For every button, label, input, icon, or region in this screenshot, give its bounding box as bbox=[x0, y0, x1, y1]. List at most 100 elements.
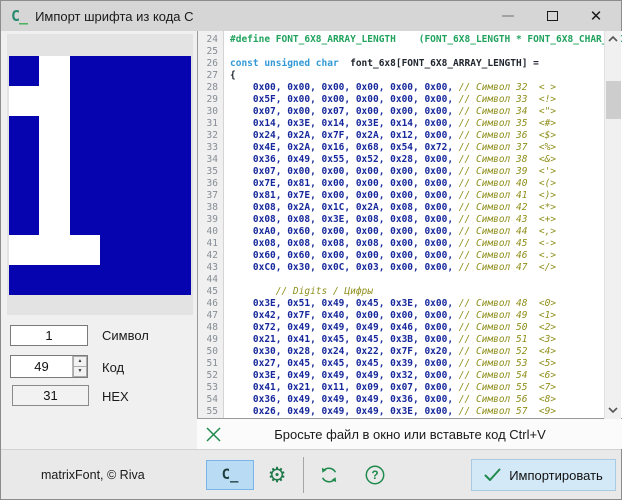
glyph-grid bbox=[9, 56, 191, 295]
scrollbar-thumb[interactable] bbox=[606, 81, 621, 119]
scroll-down-button[interactable] bbox=[605, 402, 621, 418]
glyph-pixel bbox=[39, 115, 70, 146]
line-number: 54 bbox=[206, 394, 218, 405]
code-line: 0x07, 0x00, 0x07, 0x00, 0x00, 0x00, // С… bbox=[230, 106, 557, 117]
code-line: const unsigned char font_6x8[FONT_6X8_AR… bbox=[230, 58, 539, 69]
code-line: 0x41, 0x21, 0x11, 0x09, 0x07, 0x00, // С… bbox=[230, 382, 557, 393]
code-line: 0x00, 0x00, 0x00, 0x00, 0x00, 0x00, // С… bbox=[230, 82, 557, 93]
footer-bar: matrixFont, © Riva C_ ⚙ ? Импортировать bbox=[1, 449, 621, 499]
toolbar-divider bbox=[303, 457, 304, 493]
glyph-pixel bbox=[39, 265, 70, 295]
code-line: { bbox=[230, 70, 236, 81]
code-line: 0x60, 0x60, 0x00, 0x00, 0x00, 0x00, // С… bbox=[230, 250, 557, 261]
glyph-pixel bbox=[130, 265, 161, 295]
glyph-pixel bbox=[69, 85, 100, 116]
app-icon: C_ bbox=[11, 7, 28, 25]
help-button[interactable]: ? bbox=[359, 460, 391, 490]
glyph-pixel bbox=[160, 56, 191, 86]
glyph-pixel bbox=[39, 205, 70, 236]
code-spin-up-button[interactable]: ▲ bbox=[73, 356, 87, 366]
vertical-scrollbar[interactable] bbox=[604, 31, 621, 419]
glyph-pixel bbox=[69, 205, 100, 236]
glyph-pixel bbox=[100, 265, 131, 295]
code-field[interactable] bbox=[11, 356, 72, 377]
glyph-pixel bbox=[69, 145, 100, 176]
refresh-button[interactable] bbox=[313, 460, 345, 490]
line-number: 26 bbox=[206, 58, 218, 69]
chevron-down-icon bbox=[608, 407, 618, 413]
glyph-pixel bbox=[9, 205, 40, 236]
line-number: 47 bbox=[206, 310, 218, 321]
line-number: 36 bbox=[206, 178, 218, 189]
code-spin-down-button[interactable]: ▼ bbox=[73, 366, 87, 377]
minimize-button[interactable] bbox=[489, 2, 527, 30]
window-title: Импорт шрифта из кода C bbox=[35, 8, 194, 24]
c-code-mode-button[interactable]: C_ bbox=[206, 460, 254, 490]
code-line: 0x5F, 0x00, 0x00, 0x00, 0x00, 0x00, // С… bbox=[230, 94, 557, 105]
code-line: #define FONT_6X8_ARRAY_LENGTH (FONT_6X8_… bbox=[230, 34, 622, 45]
code-line: 0x36, 0x49, 0x49, 0x49, 0x36, 0x00, // С… bbox=[230, 394, 557, 405]
glyph-pixel bbox=[9, 175, 40, 206]
code-line: 0x42, 0x7F, 0x40, 0x00, 0x00, 0x00, // С… bbox=[230, 310, 557, 321]
down-arrow-icon: ▼ bbox=[77, 368, 83, 374]
glyph-pixel bbox=[130, 205, 161, 236]
glyph-pixel bbox=[100, 175, 131, 206]
code-line: 0xA0, 0x60, 0x00, 0x00, 0x00, 0x00, // С… bbox=[230, 226, 557, 237]
code-line: 0x4E, 0x2A, 0x16, 0x68, 0x54, 0x72, // С… bbox=[230, 142, 557, 153]
glyph-pixel bbox=[9, 235, 40, 266]
glyph-pixel bbox=[39, 56, 70, 86]
help-icon: ? bbox=[365, 465, 385, 485]
line-number: 53 bbox=[206, 382, 218, 393]
refresh-icon bbox=[321, 467, 337, 483]
glyph-pixel bbox=[160, 265, 191, 295]
symbol-field[interactable] bbox=[10, 325, 88, 346]
glyph-pixel bbox=[100, 56, 131, 86]
line-number: 44 bbox=[206, 274, 218, 285]
glyph-pixel bbox=[9, 115, 40, 146]
line-number: 45 bbox=[206, 286, 218, 297]
code-line: 0x07, 0x00, 0x00, 0x00, 0x00, 0x00, // С… bbox=[230, 166, 557, 177]
code-line: 0x7E, 0x81, 0x00, 0x00, 0x00, 0x00, // С… bbox=[230, 178, 557, 189]
glyph-pixel bbox=[9, 85, 40, 116]
code-line: 0x08, 0x2A, 0x1C, 0x2A, 0x08, 0x00, // С… bbox=[230, 202, 557, 213]
code-lines: #define FONT_6X8_ARRAY_LENGTH (FONT_6X8_… bbox=[224, 31, 622, 418]
glyph-pixel bbox=[69, 56, 100, 86]
code-line: 0x26, 0x49, 0x49, 0x49, 0x3E, 0x00, // С… bbox=[230, 406, 557, 417]
code-line: // Digits / Цифры bbox=[230, 286, 373, 297]
code-line: 0x36, 0x49, 0x55, 0x52, 0x28, 0x00, // С… bbox=[230, 154, 557, 165]
maximize-icon bbox=[546, 11, 558, 21]
glyph-pixel bbox=[69, 115, 100, 146]
gear-icon: ⚙ bbox=[267, 463, 287, 487]
hex-field: 31 bbox=[12, 385, 89, 406]
code-editor[interactable]: 24 25 26 27 28 29 30 31 32 33 34 35 36 37 38 39 40 41 42 43… bbox=[197, 31, 622, 419]
settings-button[interactable]: ⚙ bbox=[261, 460, 293, 490]
maximize-button[interactable] bbox=[533, 2, 571, 30]
glyph-pixel bbox=[69, 175, 100, 206]
minimize-icon bbox=[502, 15, 514, 17]
import-button[interactable]: Импортировать bbox=[471, 459, 616, 491]
line-number: 55 bbox=[206, 406, 218, 417]
scroll-up-button[interactable] bbox=[605, 31, 621, 47]
import-font-dialog: C_ Импорт шрифта из кода C ✕ Символ ▲ ▼ … bbox=[0, 0, 622, 500]
import-button-label: Импортировать bbox=[509, 467, 603, 483]
line-number: 39 bbox=[206, 214, 218, 225]
glyph-pixel bbox=[130, 115, 161, 146]
code-line: 0x3E, 0x49, 0x49, 0x49, 0x32, 0x00, // С… bbox=[230, 370, 557, 381]
line-number: 29 bbox=[206, 94, 218, 105]
line-number: 34 bbox=[206, 154, 218, 165]
check-icon bbox=[484, 468, 501, 481]
line-number: 30 bbox=[206, 106, 218, 117]
line-number: 43 bbox=[206, 262, 218, 273]
chevron-up-icon bbox=[608, 36, 618, 42]
glyph-pixel bbox=[130, 85, 161, 116]
glyph-pixel bbox=[100, 85, 131, 116]
glyph-pixel bbox=[100, 145, 131, 176]
line-number: 50 bbox=[206, 346, 218, 357]
drop-zone[interactable]: Бросьте файл в окно или вставьте код Ctr… bbox=[197, 419, 622, 449]
up-arrow-icon: ▲ bbox=[77, 358, 83, 364]
glyph-pixel bbox=[130, 175, 161, 206]
close-button[interactable]: ✕ bbox=[577, 2, 615, 30]
code-line: 0x14, 0x3E, 0x14, 0x3E, 0x14, 0x00, // С… bbox=[230, 118, 557, 129]
